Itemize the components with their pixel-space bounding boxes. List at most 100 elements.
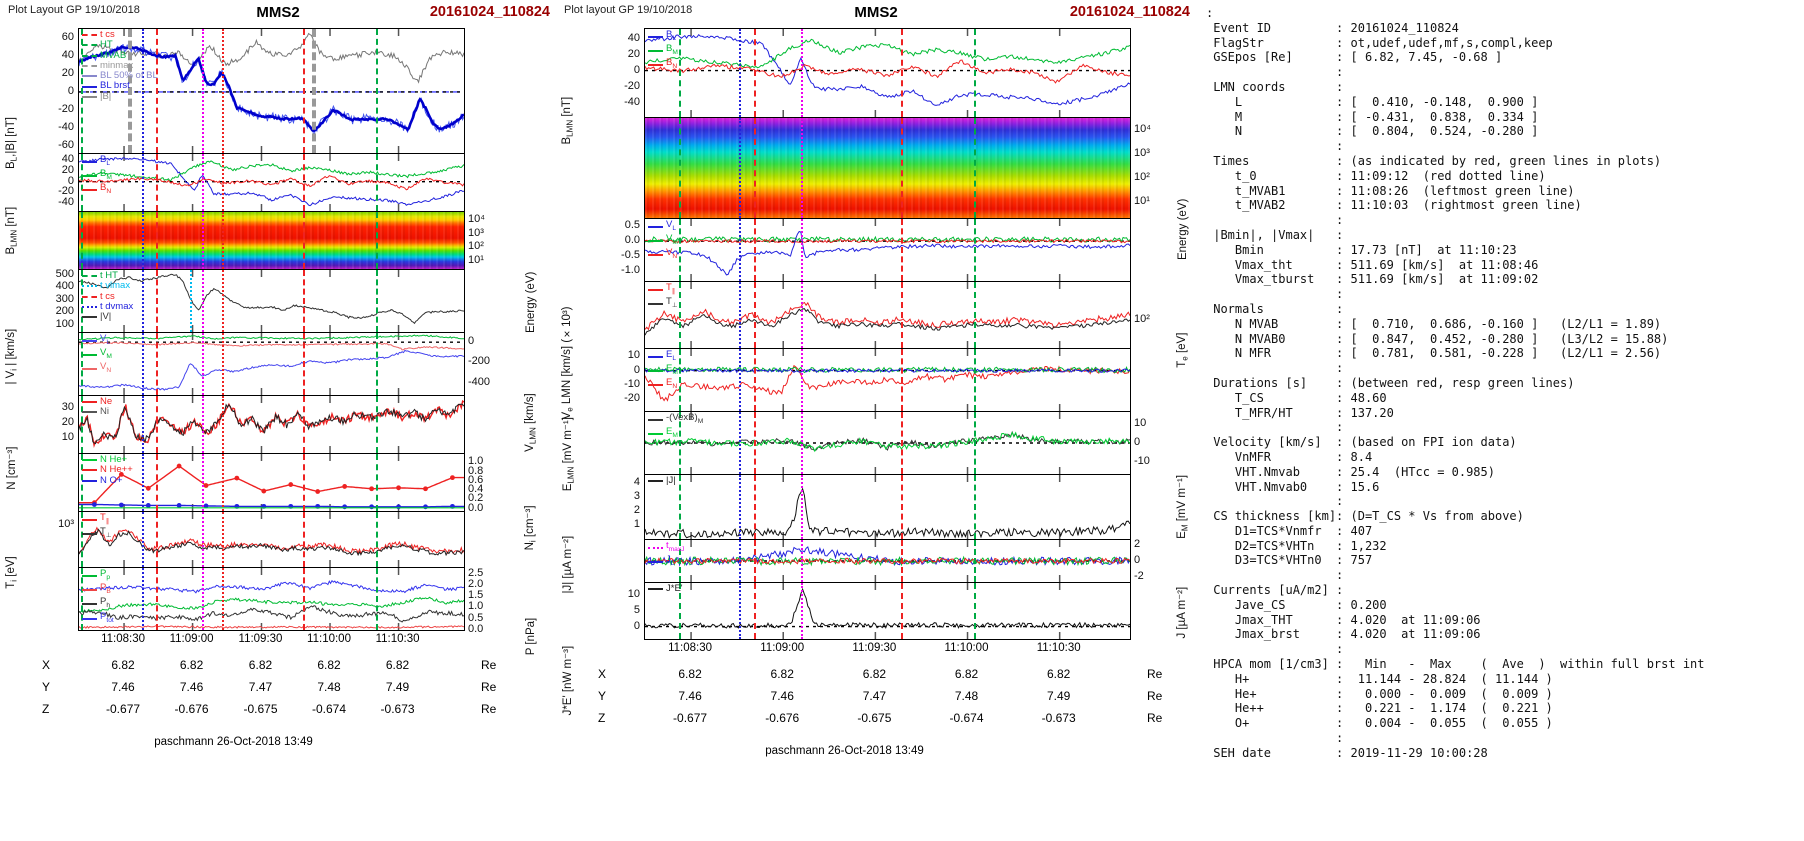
info-line: Event ID : 20161024_110824 [1206, 20, 1459, 35]
legend-item: VN [82, 362, 112, 376]
info-line: Vmax_tht : 511.69 [km/s] at 11:08:46 [1206, 257, 1539, 272]
y-tick-label: -40 [624, 95, 640, 108]
dashed-line-icon [82, 54, 97, 57]
plot-panel-row: Ve LMN [km/s] (×10³) 0.5 0.0 -0.5 -1.0 VL VM VN [560, 218, 1192, 419]
info-line: t_MVAB2 : 11:10:03 (rightmost green line… [1206, 198, 1582, 213]
line-icon [648, 370, 663, 373]
series-BM [645, 38, 1130, 69]
legend-item: BL [82, 154, 112, 169]
line-icon [82, 603, 97, 606]
series-VM [79, 334, 464, 341]
y-tick-label: 60 [61, 30, 74, 43]
dashed-line-icon [82, 295, 97, 298]
panel-legend: J*E' [648, 583, 683, 594]
line-icon [648, 356, 663, 359]
y-tick-label: -20 [624, 79, 640, 92]
y-axis-column: ELMN [mV m⁻¹] 10 0 -10 -20 [560, 348, 644, 491]
plot-area: BL BM BN [78, 153, 465, 212]
plot-area: N He+ N He++ N O+ [78, 453, 465, 512]
legend-label: PB [100, 582, 111, 596]
info-line: LMN coords : [1206, 79, 1344, 94]
position-value: 6.82 [770, 667, 794, 681]
plot-area: tmaxJ JL [644, 539, 1131, 583]
info-line: VHT.Nmvab : 25.4 (HTcc = 0.985) [1206, 464, 1495, 479]
position-value: 7.47 [862, 689, 887, 703]
line-icon [82, 368, 97, 371]
panel-legend: t HT t vlmax t cs t dvmax |V| [82, 270, 133, 322]
time-axis: 11:08:30 11:09:00 11:09:30 11:10:00 11:10:30 [644, 640, 1129, 657]
event-info-panel: : Event ID : 20161024_110824 FlagStr : o… [1192, 0, 1804, 841]
legend-label: T∥ [666, 282, 676, 295]
right-tick-label: 0 [1134, 436, 1141, 448]
time-tick-label: 11:10:00 [307, 633, 351, 645]
info-line: Normals : [1206, 301, 1344, 316]
info-line: Velocity [km/s] : (based on FPI ion data… [1206, 435, 1517, 450]
series-plot [645, 219, 1130, 281]
line-icon [82, 95, 97, 98]
right-axis-column: 0 -200 -400 VLMN [km/s] [465, 332, 537, 452]
y-axis-column [560, 281, 644, 349]
right-tick-label: 10⁴ [1134, 123, 1151, 135]
position-value: -0.677 [106, 702, 141, 716]
series-plot [79, 454, 464, 511]
right-axis-column [1131, 28, 1189, 118]
right-tick-label: 0.0 [468, 623, 484, 635]
y-axis-column: J*E' [nW m⁻³] 10 5 0 [560, 582, 644, 715]
plot-area: VL VM VN [78, 332, 465, 396]
time-tick-label: 11:09:00 [760, 642, 805, 654]
figure-footer: paschmann 26-Oct-2018 13:49 [4, 736, 463, 748]
info-line: Durations [s] : (between red, resp green… [1206, 375, 1575, 390]
line-icon [82, 411, 97, 414]
dashed-line-icon [82, 275, 97, 278]
series-plot [645, 475, 1130, 539]
line-icon [648, 480, 663, 483]
info-line: D3=TCS*VHTn0 : 757 [1206, 553, 1373, 568]
plot-area: J*E' [644, 582, 1131, 640]
line-icon [82, 533, 97, 536]
y-axis-column: BL,|B| [nT] 60 40 20 0 -20 -40 -60 [4, 28, 78, 169]
series-Ni [79, 403, 464, 445]
line-icon [82, 175, 97, 178]
series-plot [79, 154, 464, 211]
line-icon [82, 354, 97, 357]
legend-label: BN [666, 57, 678, 71]
y-tick-label: 10 [627, 349, 640, 362]
info-line: t_0 : 11:09:12 (red dotted line) [1206, 168, 1546, 183]
right-tick-label: 10¹ [468, 254, 484, 267]
plot-area: Pp PB Ph Ptot [78, 567, 465, 631]
info-line: He+ : 0.000 - 0.009 ( 0.009 ) [1206, 686, 1553, 701]
plot-panel-row: ELMN [mV m⁻¹] 10 0 -10 -20 EL EM EN [560, 348, 1192, 491]
series-NOp [79, 503, 464, 508]
right-tick-label: 10² [1134, 171, 1150, 183]
position-value: 6.82 [179, 658, 204, 672]
legend-item: VL [82, 333, 112, 348]
line-icon [648, 226, 663, 229]
legend-label: |J| [666, 475, 676, 486]
position-axis-label: X [42, 658, 51, 672]
panel-legend: Ne Ni [82, 396, 112, 418]
dotted-line-icon [82, 285, 97, 288]
plot-panel-row: T∥ T⊥ 10² Te [eV] [560, 281, 1192, 368]
series-plot [645, 412, 1130, 474]
position-value: -0.676 [765, 711, 800, 725]
legend-label: BM [100, 168, 112, 182]
line-icon [648, 240, 663, 243]
right-tick-label: -400 [468, 375, 491, 388]
legend-label: VL [666, 219, 677, 232]
y-tick-label: -10 [624, 378, 640, 391]
right-tick-label: 10¹ [1134, 195, 1150, 207]
plot-panel-row: BLMN [nT] 40 20 0 -20 -40 BL BM BN [4, 153, 552, 254]
legend-label: T∥ [100, 512, 110, 525]
time-tick-label: 11:10:30 [1036, 642, 1081, 654]
y-tick-label: 2 [633, 504, 640, 517]
series-Tpar [645, 301, 1130, 331]
dotted-line-icon [648, 547, 663, 550]
legend-item: Pp [82, 568, 114, 583]
y-axis-column [560, 539, 644, 583]
figure-footer: paschmann 26-Oct-2018 13:49 [560, 745, 1129, 757]
plot-panel-row: VL VM VN 0 -200 -400 VLMN [km/s] [4, 332, 552, 452]
time-tick-label: 11:09:00 [169, 633, 214, 645]
position-value: 7.49 [1046, 689, 1071, 703]
series-plot [645, 349, 1130, 411]
series-VexBM [645, 430, 1130, 452]
